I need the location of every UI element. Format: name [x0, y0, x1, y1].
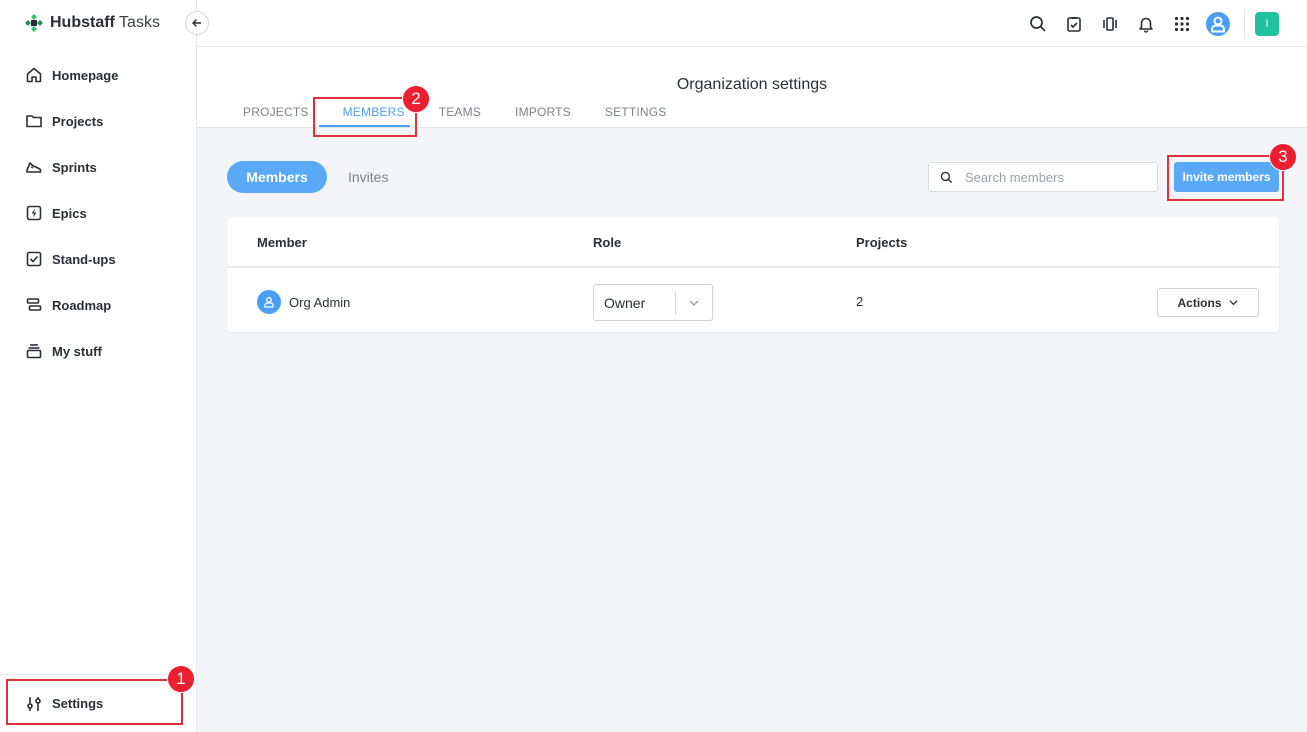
tab-teams[interactable]: TEAMS — [439, 105, 481, 128]
chevron-down-icon — [1228, 300, 1238, 306]
members-table: Member Role Projects Org Admin Owner 2 A… — [227, 217, 1279, 332]
page-title: Organization settings — [676, 76, 828, 93]
user-icon — [1211, 16, 1225, 32]
members-segment-button[interactable]: Members — [227, 161, 327, 193]
page-header: Organization settings PROJECTS MEMBERS T… — [197, 47, 1307, 128]
brand-name: Hubstaff Tasks — [50, 14, 160, 31]
user-icon — [264, 297, 274, 308]
invite-members-button[interactable]: Invite members — [1174, 162, 1279, 192]
sidebar-item-settings[interactable]: Settings — [6, 681, 183, 726]
sidebar-item-label: Projects — [52, 113, 104, 129]
divider — [1244, 8, 1245, 39]
brand[interactable]: Hubstaff Tasks — [24, 12, 160, 34]
member-cell: Org Admin — [257, 290, 350, 314]
tab-settings[interactable]: SETTINGS — [605, 105, 667, 128]
grid-icon — [1174, 16, 1190, 31]
tab-projects[interactable]: PROJECTS — [243, 105, 309, 128]
sidebar-item-label: Settings — [52, 696, 104, 711]
sidebar: Hubstaff Tasks Homepage Projects Sprints… — [0, 0, 197, 732]
sidebar-item-label: Sprints — [52, 159, 97, 175]
checkbox-icon — [26, 251, 42, 267]
member-name: Org Admin — [289, 294, 351, 310]
projects-count: 2 — [856, 294, 864, 309]
invites-segment-button[interactable]: Invites — [348, 161, 388, 193]
lightning-icon — [26, 205, 42, 221]
top-bar: I — [197, 0, 1307, 47]
actions-dropdown-button[interactable]: Actions — [1157, 288, 1259, 317]
sidebar-item-label: Homepage — [52, 67, 119, 83]
sidebar-item-sprints[interactable]: Sprints — [0, 144, 196, 190]
tab-imports[interactable]: IMPORTS — [515, 105, 571, 128]
sidebar-item-projects[interactable]: Projects — [0, 98, 196, 144]
organization-badge[interactable]: I — [1255, 11, 1279, 36]
home-icon — [26, 67, 42, 83]
columns-icon — [1103, 16, 1117, 31]
user-menu-button[interactable] — [1200, 0, 1236, 47]
apps-button[interactable] — [1164, 0, 1200, 47]
chevron-down-icon — [689, 300, 699, 306]
role-select-value: Owner — [604, 294, 646, 311]
folder-icon — [26, 115, 42, 128]
sidebar-item-my-stuff[interactable]: My stuff — [0, 328, 196, 374]
sidebar-item-stand-ups[interactable]: Stand-ups — [0, 236, 196, 282]
sliders-icon — [27, 696, 41, 711]
clipboard-check-icon — [1067, 16, 1081, 32]
role-dropdown-toggle[interactable] — [676, 297, 712, 309]
search-box — [928, 162, 1158, 192]
search-button[interactable] — [1020, 0, 1056, 47]
sidebar-item-label: My stuff — [52, 343, 102, 359]
avatar — [257, 290, 281, 314]
column-header-member: Member — [257, 235, 307, 250]
column-header-role: Role — [593, 235, 622, 250]
search-members-input[interactable] — [965, 169, 1145, 185]
sidebar-nav: Homepage Projects Sprints Epics Stand-up… — [0, 52, 196, 374]
table-header: Member Role Projects — [227, 217, 1279, 268]
actions-label: Actions — [1177, 295, 1222, 310]
avatar — [1206, 11, 1230, 36]
hubstaff-logo-icon — [24, 13, 44, 33]
step-badge-1: 1 — [167, 665, 195, 693]
main-content: Members Invites Invite members Member Ro… — [197, 128, 1307, 732]
sidebar-item-label: Stand-ups — [52, 251, 116, 267]
sidebar-item-label: Roadmap — [52, 297, 112, 313]
search-icon — [940, 171, 953, 183]
sidebar-item-label: Epics — [52, 205, 87, 221]
arrow-left-icon — [192, 19, 201, 27]
sidebar-item-homepage[interactable]: Homepage — [0, 52, 196, 98]
sidebar-item-epics[interactable]: Epics — [0, 190, 196, 236]
top-bar-actions: I — [1020, 0, 1307, 47]
notifications-button[interactable] — [1128, 0, 1164, 47]
tasks-button[interactable] — [1056, 0, 1092, 47]
collapse-sidebar-button[interactable] — [185, 11, 209, 35]
search-icon — [1030, 15, 1046, 32]
roadmap-icon — [26, 298, 42, 311]
active-tab-indicator — [319, 125, 410, 127]
boards-button[interactable] — [1092, 0, 1128, 47]
table-row: Org Admin Owner 2 Actions — [227, 270, 1279, 332]
sidebar-item-roadmap[interactable]: Roadmap — [0, 282, 196, 328]
settings-tabs: PROJECTS MEMBERS TEAMS IMPORTS SETTINGS — [243, 105, 667, 128]
step-badge-2: 2 — [402, 85, 430, 113]
sneaker-icon — [26, 162, 42, 173]
column-header-projects: Projects — [856, 235, 908, 250]
bell-icon — [1139, 17, 1153, 33]
stack-icon — [26, 344, 42, 359]
step-badge-3: 3 — [1269, 143, 1297, 171]
role-select[interactable]: Owner — [593, 284, 713, 321]
